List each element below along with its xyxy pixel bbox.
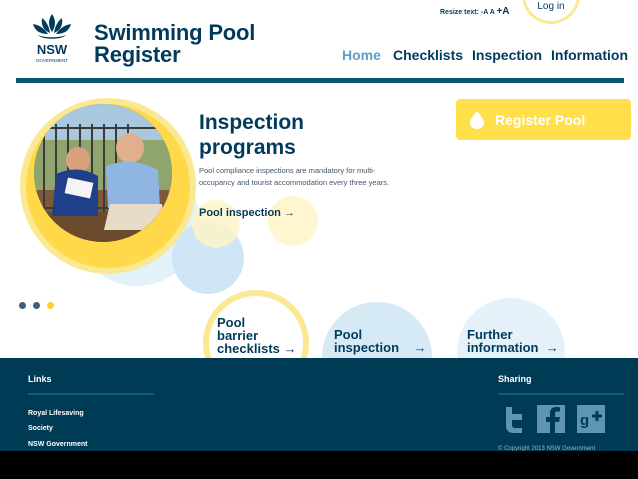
nav-inspection[interactable]: Inspection <box>472 47 542 63</box>
footer-sharing-divider <box>498 393 624 395</box>
nav-checklists[interactable]: Checklists <box>393 47 463 63</box>
hero-photo <box>34 104 172 242</box>
hero-title-line2: programs <box>199 136 296 159</box>
quicklink-line: checklists → <box>217 341 297 356</box>
twitter-icon[interactable] <box>500 405 528 433</box>
svg-text:g: g <box>580 412 589 429</box>
footer-link-nsw-government[interactable]: NSW Government <box>28 441 88 448</box>
hero-description: Pool compliance inspections are mandator… <box>199 166 390 187</box>
viewer-bottom-bar <box>0 451 638 479</box>
resize-normal-button[interactable]: A <box>490 9 495 16</box>
nav-information[interactable]: Information <box>551 47 628 63</box>
footer-links-divider <box>28 393 154 395</box>
quicklink-line: information → <box>467 340 559 355</box>
nsw-logo[interactable]: NSW GOVERNMENT <box>24 10 80 66</box>
further-information-link[interactable]: Further information → <box>467 328 559 354</box>
hero-title: Inspection programs <box>199 110 304 160</box>
slide-dot-2[interactable] <box>33 302 40 309</box>
resize-small-button[interactable]: -A <box>481 9 488 16</box>
footer-links-heading: Links <box>28 374 52 384</box>
pool-inspection-link[interactable]: Pool inspection → <box>199 207 295 219</box>
footer-link-society[interactable]: Society <box>28 425 53 432</box>
header-divider <box>16 78 624 83</box>
resize-label: Resize text: <box>440 9 479 16</box>
pool-barrier-checklists-link[interactable]: Pool barrier checklists → <box>217 316 297 355</box>
google-plus-icon[interactable]: g <box>577 405 605 433</box>
hero-title-line1: Inspection <box>199 111 305 134</box>
footer-link-royal-lifesaving[interactable]: Royal Lifesaving <box>28 410 84 417</box>
logo-text: NSW <box>37 42 68 57</box>
register-pool-label: Register Pool <box>495 111 586 128</box>
register-pool-button[interactable]: Register Pool <box>456 99 631 140</box>
pool-inspection-quicklink[interactable]: Pool inspection → <box>334 328 426 354</box>
slide-dot-1[interactable] <box>19 302 26 309</box>
resize-large-button[interactable]: +A <box>496 6 509 17</box>
resize-text-controls: Resize text: -A A +A <box>440 6 510 17</box>
logo-subtext: GOVERNMENT <box>36 58 69 63</box>
site-title-line1: Swimming Pool <box>94 20 256 45</box>
login-button[interactable]: Log in <box>522 0 580 24</box>
decor-bubble <box>268 196 318 246</box>
quicklink-line: inspection → <box>334 340 427 355</box>
drop-icon <box>470 110 484 129</box>
facebook-icon[interactable] <box>537 405 565 433</box>
site-title-line2: Register <box>94 42 181 67</box>
slide-dot-3-active[interactable] <box>47 302 54 309</box>
inspectors-photo-illustration <box>34 104 172 242</box>
site-title[interactable]: Swimming Pool Register <box>94 22 255 66</box>
page: NSW GOVERNMENT Swimming Pool Register Re… <box>0 0 638 479</box>
footer-sharing-heading: Sharing <box>498 374 532 384</box>
nav-home[interactable]: Home <box>342 47 381 63</box>
login-label: Log in <box>537 1 565 12</box>
